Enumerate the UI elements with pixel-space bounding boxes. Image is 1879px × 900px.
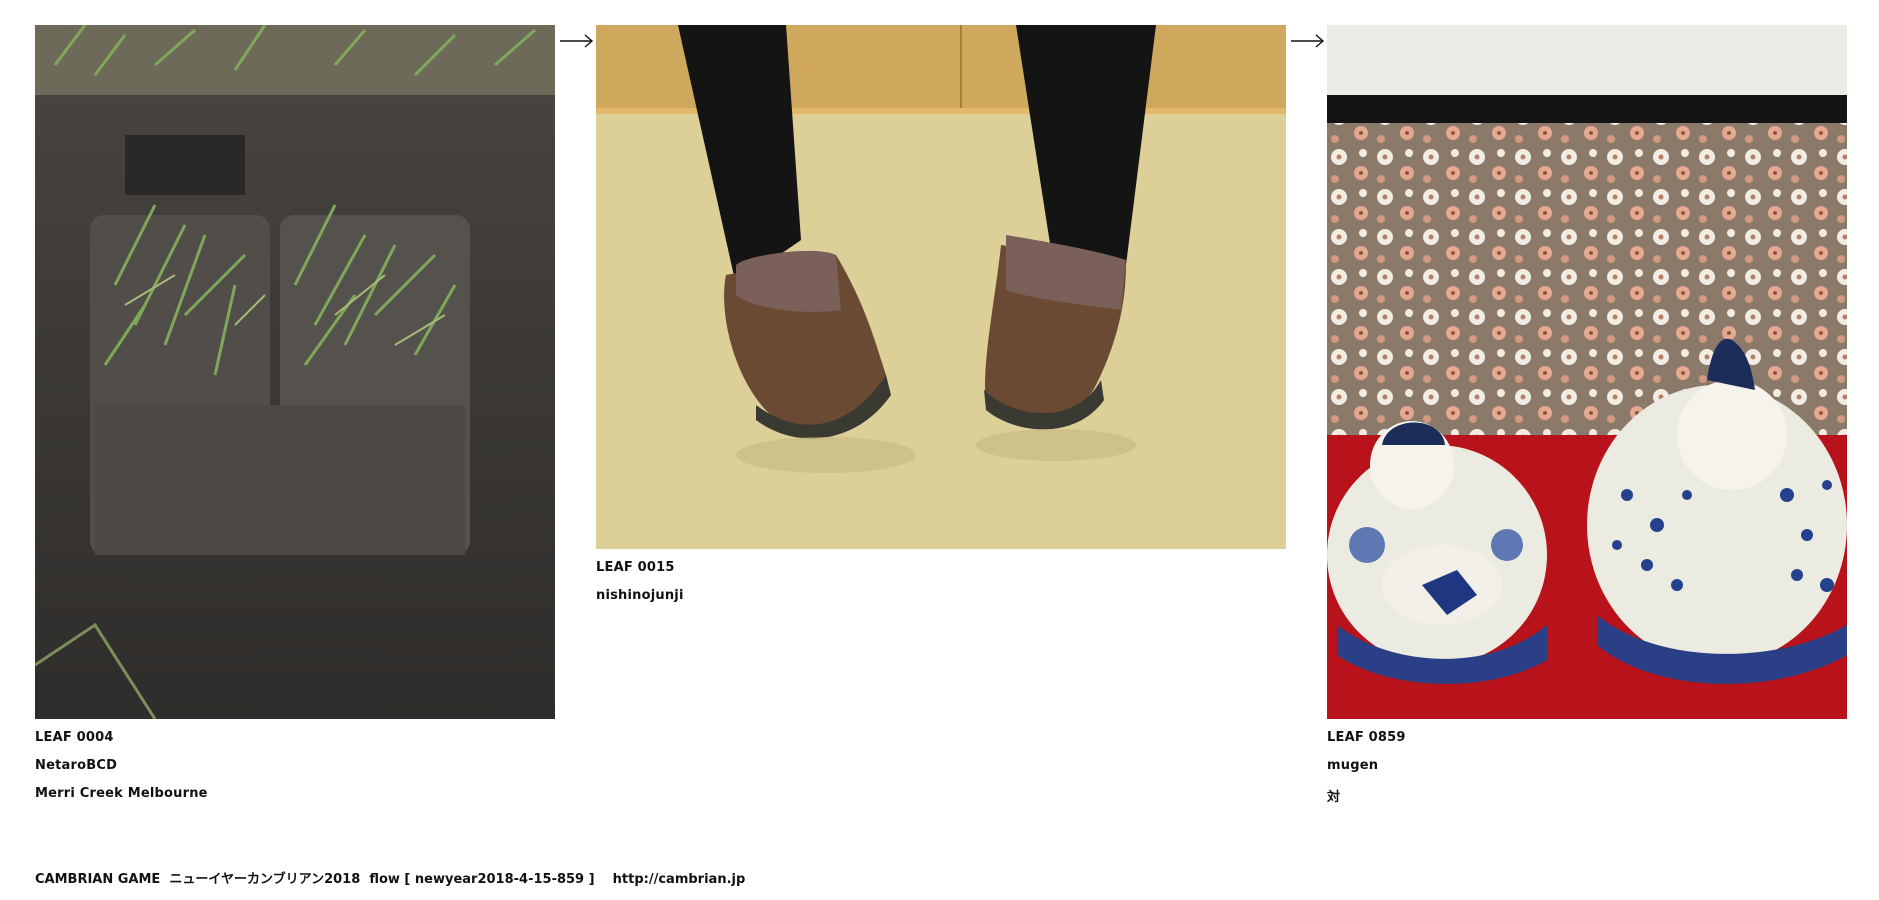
leaf-0015-photo[interactable] xyxy=(596,25,1286,549)
leaf-0859-author[interactable]: mugen xyxy=(1327,758,1378,773)
leaf-0004-id[interactable]: LEAF 0004 xyxy=(35,730,114,745)
leaf-0015-id[interactable]: LEAF 0015 xyxy=(596,560,675,575)
leaf-0004-photo[interactable] xyxy=(35,25,555,719)
leaf-0004-author[interactable]: NetaroBCD xyxy=(35,758,117,773)
leaf-0859-photo[interactable] xyxy=(1327,25,1847,719)
brown-boots-image xyxy=(596,25,1286,549)
leaf-0015-author[interactable]: nishinojunji xyxy=(596,588,684,603)
footer-brand: CAMBRIAN GAME xyxy=(35,872,161,887)
leaf-0859-title: 対 xyxy=(1327,790,1341,805)
footer-event: ニューイヤーカンブリアン2018 xyxy=(169,872,361,887)
grass-turf-image xyxy=(35,25,555,719)
page: LEAF 0004 NetaroBCD Merri Creek Melbourn… xyxy=(0,0,1879,900)
leaf-0004-title: Merri Creek Melbourne xyxy=(35,786,208,801)
arrow-right-icon xyxy=(560,34,594,48)
footer: CAMBRIAN GAME ニューイヤーカンブリアン2018 flow [ ne… xyxy=(35,868,745,887)
footer-flow: flow [ newyear2018-4-15-859 ] xyxy=(369,872,595,887)
leaf-0859-id[interactable]: LEAF 0859 xyxy=(1327,730,1406,745)
porcelain-dolls-image xyxy=(1327,25,1847,719)
footer-link[interactable]: http://cambrian.jp xyxy=(613,872,746,887)
arrow-right-icon xyxy=(1291,34,1325,48)
